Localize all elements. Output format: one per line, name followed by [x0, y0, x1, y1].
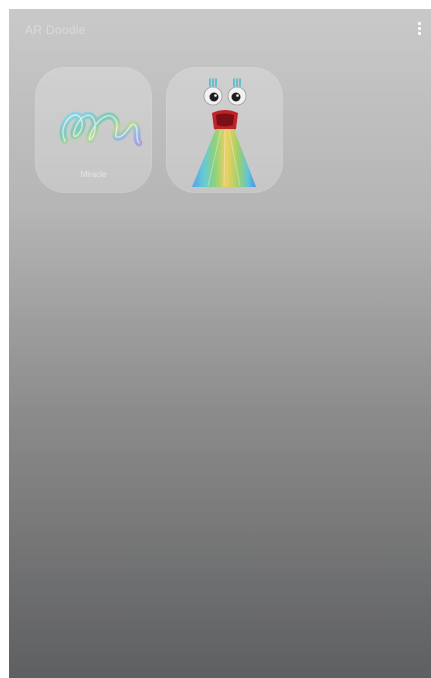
rainbow-mouth-monster-icon [192, 78, 256, 187]
more-options-icon[interactable] [411, 19, 427, 39]
screen-title: AR Doodle [25, 23, 86, 37]
sticker-label: Miracle [80, 170, 107, 179]
sticker-tile-ribbon[interactable]: Miracle [35, 67, 152, 193]
app-screen: AR Doodle Miracle [9, 9, 431, 678]
top-bar: AR Doodle [9, 9, 431, 49]
sticker-tile-monster[interactable] [166, 67, 283, 193]
